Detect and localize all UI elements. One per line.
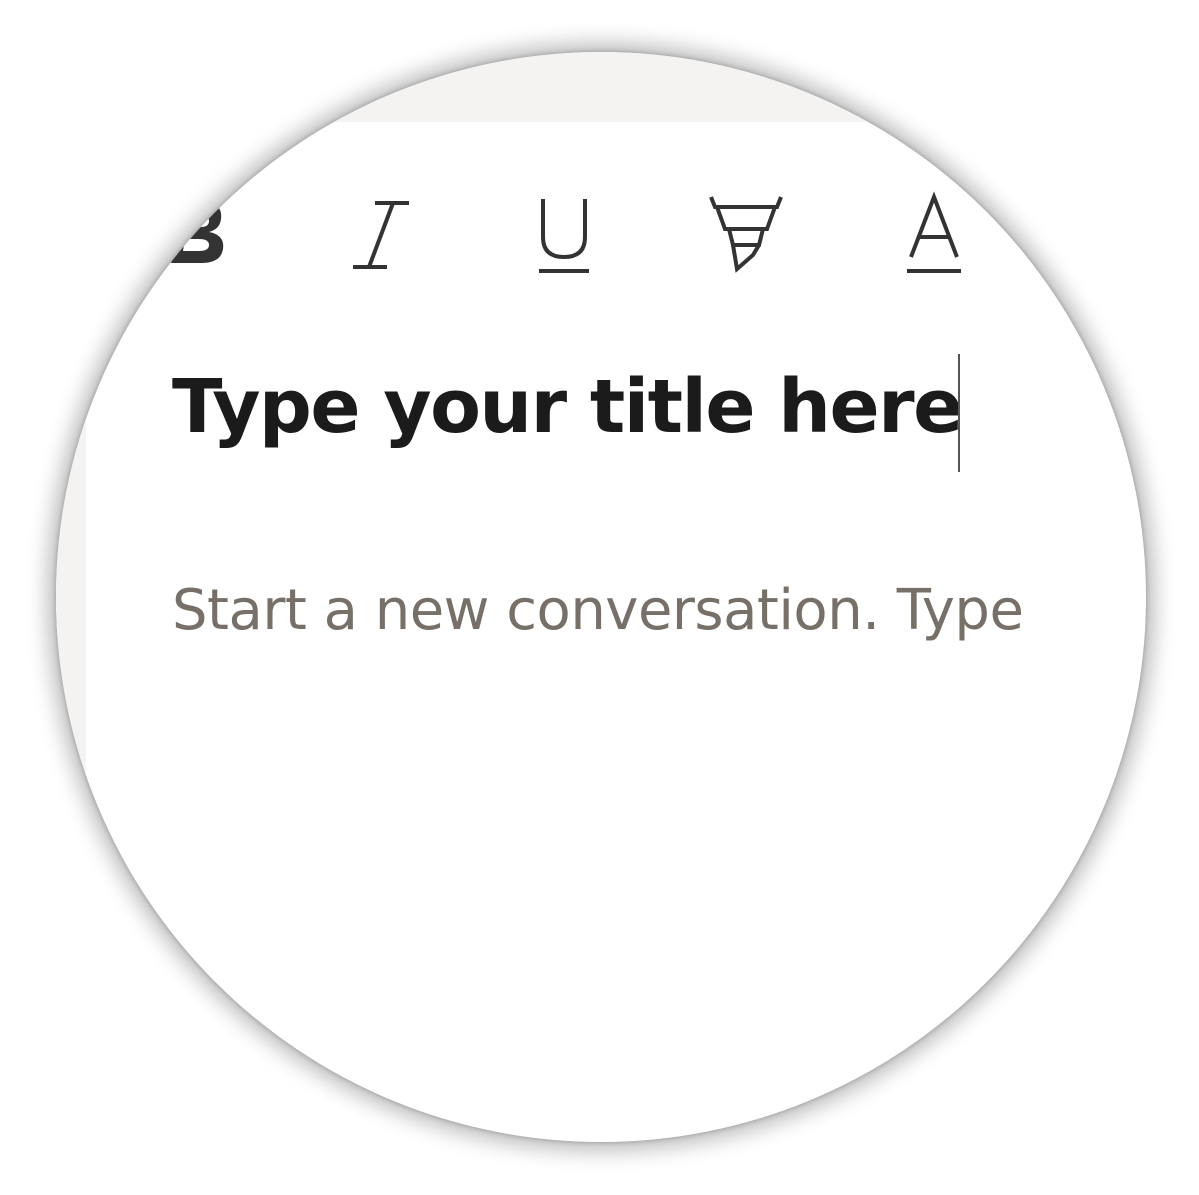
- bold-button[interactable]: [160, 180, 240, 280]
- body-input[interactable]: Start a new conversation. Type: [172, 570, 1146, 650]
- font-color-icon: [899, 185, 969, 275]
- highlighter-icon: [701, 185, 791, 275]
- text-cursor: [957, 354, 960, 472]
- italic-button[interactable]: [340, 180, 420, 280]
- bold-icon: [165, 185, 235, 275]
- title-input[interactable]: Type your title here: [172, 352, 1132, 472]
- font-color-button[interactable]: [894, 180, 974, 280]
- formatting-toolbar: [56, 180, 1146, 290]
- body-placeholder: Start a new conversation. Type: [172, 577, 1024, 643]
- title-text: Type your title here: [172, 364, 963, 450]
- post-editor: Type your title here Start a new convers…: [56, 52, 1146, 1142]
- italic-icon: [345, 185, 415, 275]
- highlight-button[interactable]: [696, 180, 796, 280]
- magnified-view: Type your title here Start a new convers…: [0, 0, 1199, 1195]
- underline-icon: [529, 185, 599, 275]
- magnifier-circle: Type your title here Start a new convers…: [56, 52, 1146, 1142]
- underline-button[interactable]: [524, 180, 604, 280]
- top-bar: [56, 52, 1146, 122]
